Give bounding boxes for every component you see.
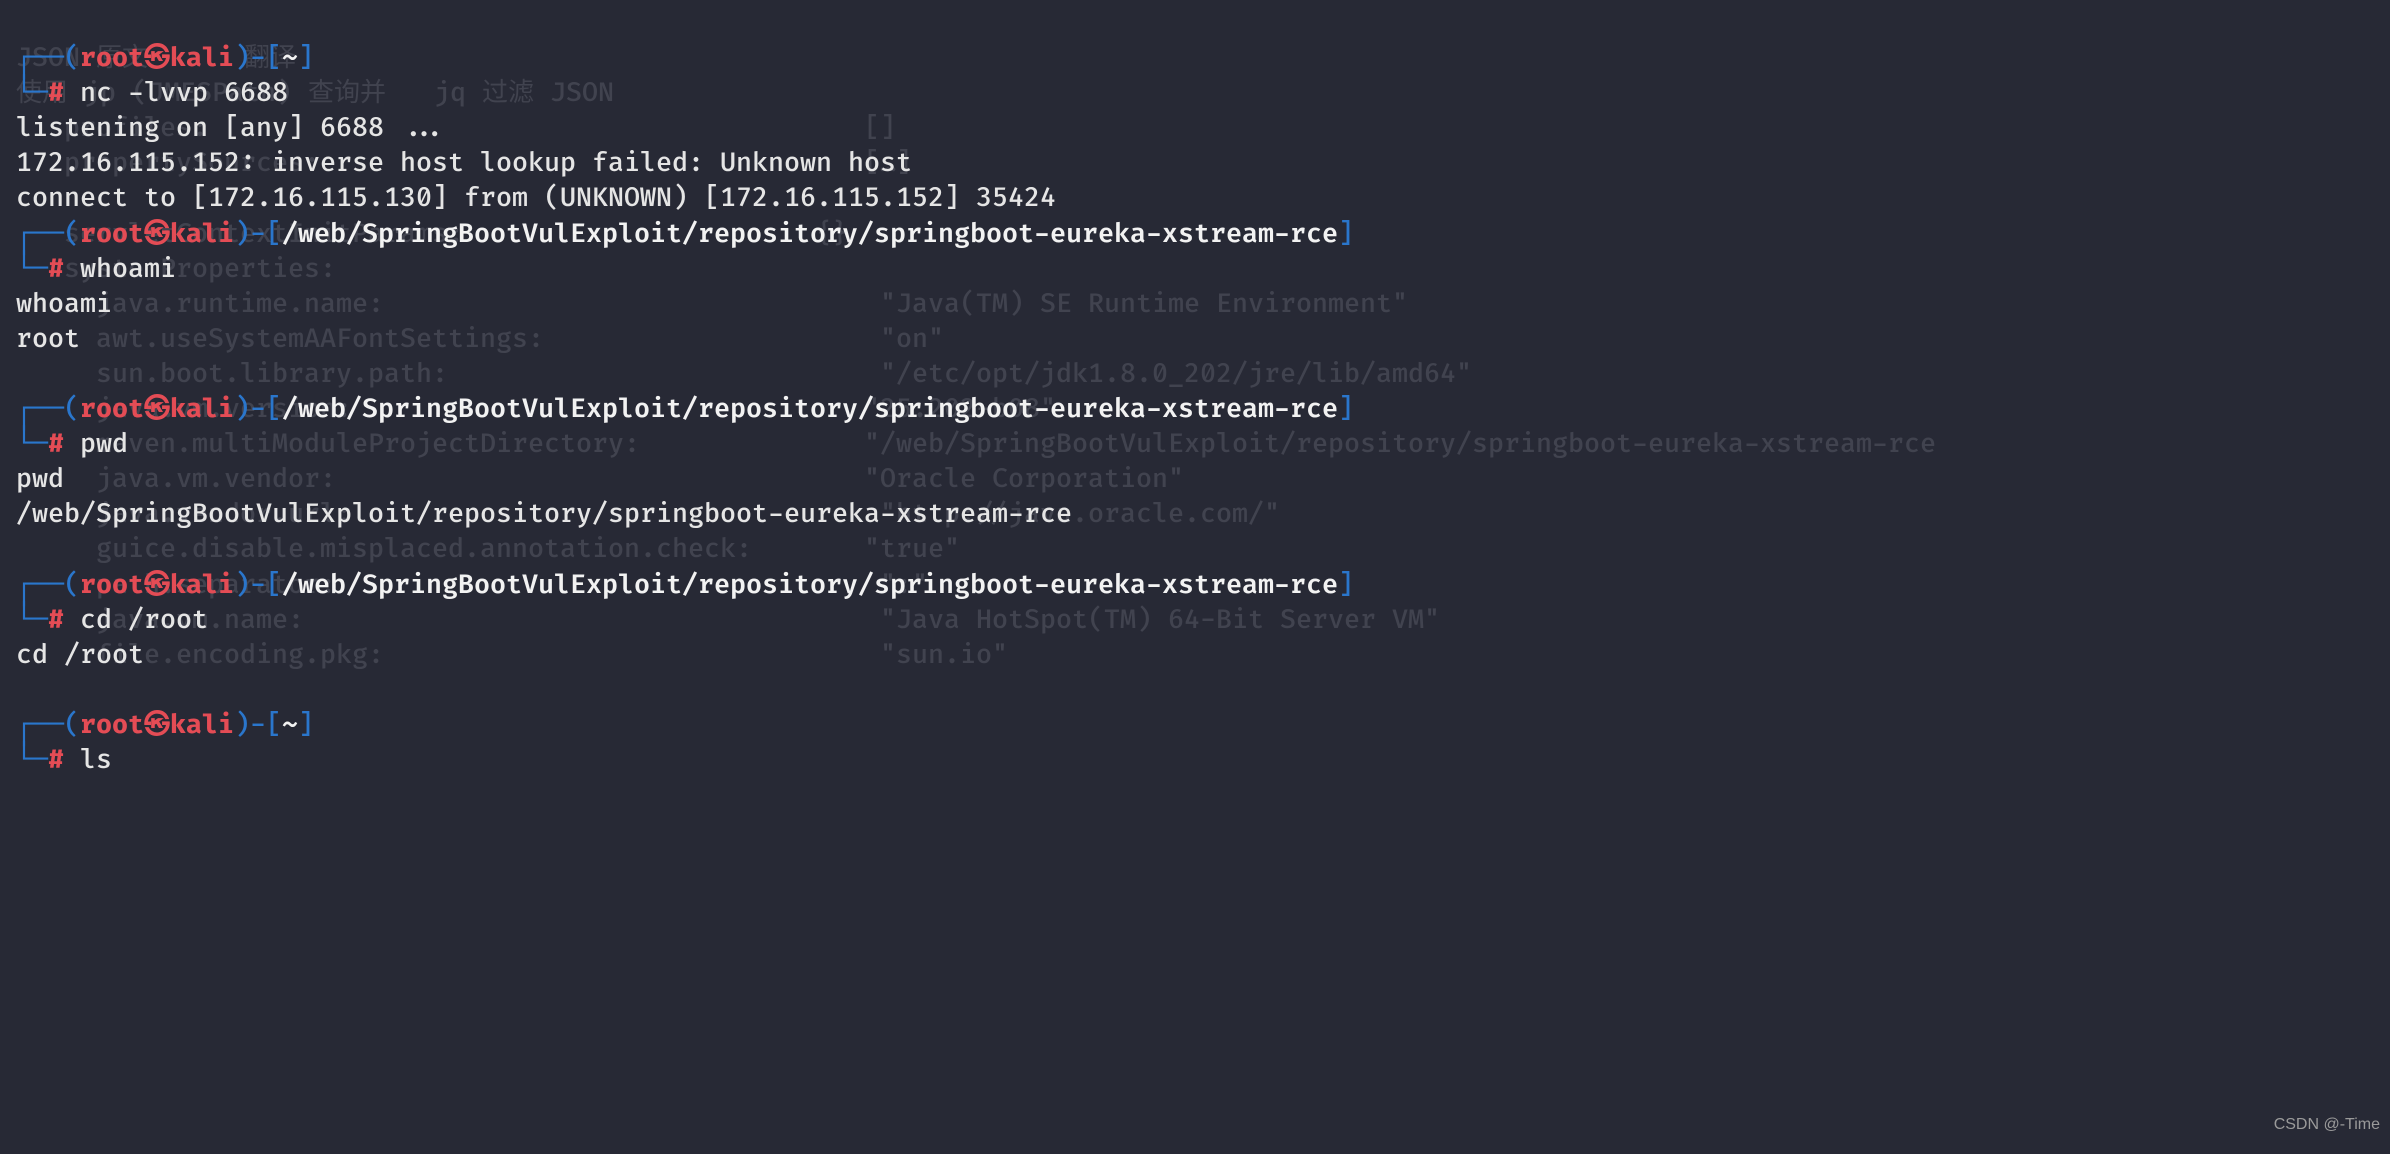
output-line: cd /root — [16, 639, 144, 671]
prompt-box-close: )-[ — [234, 218, 282, 250]
output-line: pwd — [16, 463, 64, 495]
prompt-hash: # — [48, 253, 64, 285]
command-input[interactable]: ls — [80, 744, 112, 776]
prompt-host: kali — [170, 569, 234, 601]
prompt-hash: # — [48, 428, 64, 460]
skull-icon: ㉿ — [144, 569, 170, 601]
prompt-box-close: )-[ — [234, 42, 282, 74]
command-input[interactable]: whoami — [80, 253, 176, 285]
prompt-path: /web/SpringBootVulExploit/repository/spr… — [282, 393, 1338, 425]
watermark-text: CSDN @-Time — [2274, 1114, 2380, 1136]
prompt-box-vert: └─ — [16, 253, 48, 285]
prompt-hash: # — [48, 604, 64, 636]
prompt-box-close: )-[ — [234, 569, 282, 601]
prompt-hash: # — [48, 77, 64, 109]
output-line: connect to [172.16.115.130] from (UNKNOW… — [16, 182, 1056, 214]
prompt-host: kali — [170, 42, 234, 74]
prompt-host: kali — [170, 393, 234, 425]
prompt-path: ~ — [282, 42, 298, 74]
prompt-box-corner: ┌──( — [16, 569, 80, 601]
prompt-box-corner: ┌──( — [16, 393, 80, 425]
prompt-box-close: )-[ — [234, 709, 282, 741]
prompt-box-vert: └─ — [16, 604, 48, 636]
command-input[interactable]: cd /root — [80, 604, 208, 636]
prompt-host: kali — [170, 218, 234, 250]
prompt-box-end: ] — [298, 42, 314, 74]
prompt-user: root — [80, 393, 144, 425]
output-line: whoami — [16, 288, 112, 320]
prompt-box-close: )-[ — [234, 393, 282, 425]
prompt-hash: # — [48, 744, 64, 776]
prompt-user: root — [80, 569, 144, 601]
output-line: 172.16.115.152: inverse host lookup fail… — [16, 147, 912, 179]
command-input[interactable]: nc -lvvp 6688 — [80, 77, 288, 109]
prompt-path: ~ — [282, 709, 298, 741]
prompt-path: /web/SpringBootVulExploit/repository/spr… — [282, 569, 1338, 601]
prompt-box-end: ] — [298, 709, 314, 741]
command-input[interactable]: pwd — [80, 428, 128, 460]
skull-icon: ㉿ — [144, 393, 170, 425]
output-line: listening on [any] 6688 ... — [16, 112, 448, 144]
prompt-user: root — [80, 709, 144, 741]
prompt-box-end: ] — [1338, 569, 1354, 601]
prompt-box-end: ] — [1338, 393, 1354, 425]
prompt-box-end: ] — [1338, 218, 1354, 250]
skull-icon: ㉿ — [144, 218, 170, 250]
prompt-box-corner: ┌──( — [16, 709, 80, 741]
prompt-box-corner: ┌──( — [16, 218, 80, 250]
prompt-path: /web/SpringBootVulExploit/repository/spr… — [282, 218, 1338, 250]
output-line: root — [16, 323, 80, 355]
prompt-box-vert: └─ — [16, 744, 48, 776]
output-line: /web/SpringBootVulExploit/repository/spr… — [16, 498, 1072, 530]
prompt-box-corner: ┌──( — [16, 42, 80, 74]
skull-icon: ㉿ — [144, 709, 170, 741]
prompt-user: root — [80, 42, 144, 74]
prompt-box-vert: └─ — [16, 77, 48, 109]
prompt-user: root — [80, 218, 144, 250]
terminal[interactable]: ┌──(root㉿kali)-[~] └─# nc -lvvp 6688 lis… — [0, 0, 2390, 784]
skull-icon: ㉿ — [144, 42, 170, 74]
prompt-box-vert: └─ — [16, 428, 48, 460]
prompt-host: kali — [170, 709, 234, 741]
